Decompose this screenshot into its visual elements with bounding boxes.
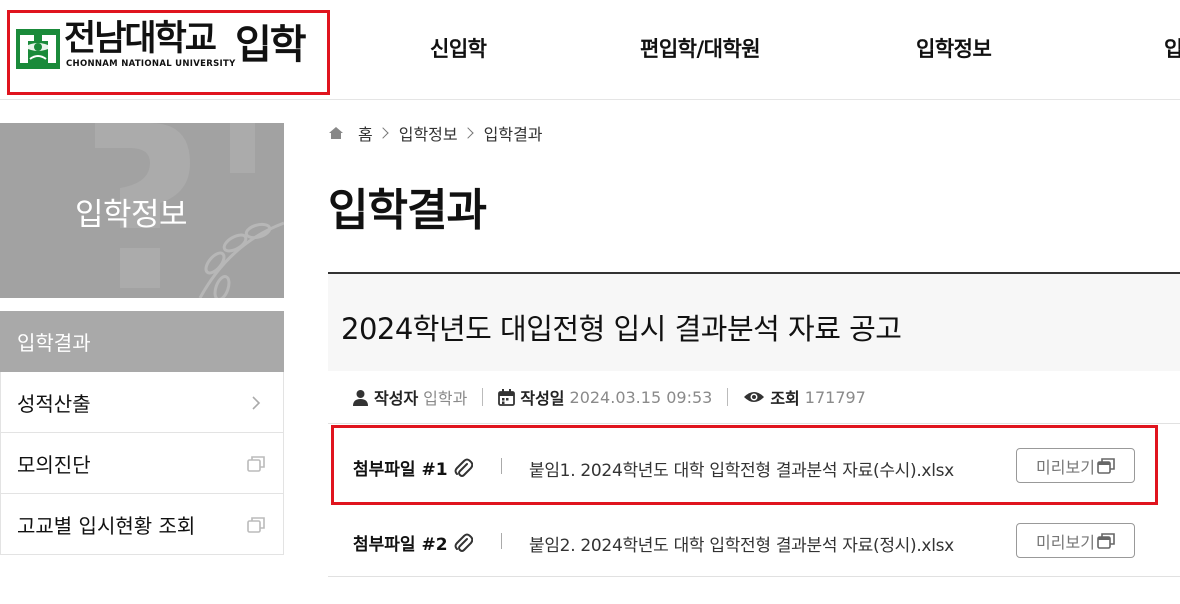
sidebar-item-label: 모의진단 (17, 452, 91, 477)
preview-button[interactable]: 미리보기 (1016, 523, 1135, 558)
post-meta: 작성자 입학과 작성일 2024.03.15 09:53 조회 171797 (352, 384, 866, 410)
meta-divider (482, 388, 484, 406)
new-window-icon (1097, 532, 1115, 549)
sidebar-item-label: 고교별 입시현황 조회 (17, 513, 196, 538)
home-icon[interactable] (328, 126, 344, 140)
paperclip-icon (454, 533, 473, 552)
paperclip-icon (454, 458, 473, 477)
breadcrumb-current: 입학결과 (483, 125, 543, 144)
sidebar-menu: 입학결과 성적산출 모의진단 고교별 입시현황 조회 (0, 311, 284, 555)
sidebar-banner-title: 입학정보 (75, 197, 188, 233)
attachment-label: 첨부파일 #1 (353, 455, 473, 480)
logo-name: 전남대학교 (64, 19, 217, 59)
sidebar-item-admission-results[interactable]: 입학결과 (0, 311, 284, 372)
post-title: 2024학년도 대입전형 입시 결과분석 자료 공고 (341, 312, 902, 346)
new-window-icon (247, 456, 265, 472)
attachment-label: 첨부파일 #2 (353, 530, 473, 555)
university-emblem-icon (16, 29, 60, 69)
attachment-divider (501, 458, 502, 474)
logo-suffix: 입학 (235, 22, 307, 68)
site-logo[interactable]: 전남대학교 CHONNAM NATIONAL UNIVERSITY 입학 (7, 10, 330, 95)
views-label: 조회 (770, 389, 800, 408)
attachment-label-text: 첨부파일 #2 (353, 535, 448, 555)
nav-transfer-graduate[interactable]: 편입학/대학원 (640, 33, 761, 63)
sidebar-item-school-status[interactable]: 고교별 입시현황 조회 (0, 494, 284, 555)
sidebar-item-label: 입학결과 (17, 331, 91, 355)
preview-button[interactable]: 미리보기 (1016, 448, 1135, 483)
breadcrumb-home[interactable]: 홈 (358, 121, 373, 145)
attachment-row: 첨부파일 #1 붙임1. 2024학년도 대학 입학전형 결과분석 자료(수시)… (328, 428, 1180, 500)
new-window-icon (1097, 457, 1115, 474)
author-label: 작성자 (374, 389, 419, 408)
date-value: 2024.03.15 09:53 (569, 387, 713, 407)
page-title: 입학결과 (328, 185, 487, 236)
attachment-row: 첨부파일 #2 붙임2. 2024학년도 대학 입학전형 결과분석 자료(정시)… (328, 503, 1180, 575)
breadcrumb: 홈 입학정보 입학결과 (328, 122, 543, 144)
post-header: 2024학년도 대입전형 입시 결과분석 자료 공고 (328, 272, 1180, 371)
nav-freshman[interactable]: 신입학 (430, 33, 487, 63)
site-header: 전남대학교 CHONNAM NATIONAL UNIVERSITY 입학 신입학… (0, 0, 1180, 100)
calendar-icon (498, 388, 516, 406)
nav-admission-info[interactable]: 입학정보 (916, 33, 992, 63)
sidebar-banner: 입학정보 (0, 123, 284, 298)
breadcrumb-separator-icon (461, 127, 474, 139)
attachment-divider (501, 533, 502, 549)
nav-item-partial[interactable]: 입 (1164, 33, 1180, 63)
preview-button-label: 미리보기 (1036, 457, 1095, 477)
user-icon (353, 389, 368, 406)
author-value: 입학과 (423, 389, 468, 408)
meta-divider (727, 388, 729, 406)
sidebar-item-label: 성적산출 (17, 391, 91, 416)
views-value: 171797 (804, 387, 866, 407)
attachment-file-link[interactable]: 붙임2. 2024학년도 대학 입학전형 결과분석 자료(정시).xlsx (529, 531, 954, 556)
divider (328, 423, 1180, 424)
breadcrumb-admission-info[interactable]: 입학정보 (399, 121, 458, 145)
eye-icon (744, 392, 765, 402)
date-label: 작성일 (520, 389, 565, 408)
sidebar-item-grade-calculation[interactable]: 성적산출 (0, 372, 284, 433)
chevron-right-icon (252, 396, 261, 410)
new-window-icon (247, 517, 265, 533)
logo-english: CHONNAM NATIONAL UNIVERSITY (66, 59, 236, 69)
sidebar-item-mock-diagnosis[interactable]: 모의진단 (0, 433, 284, 494)
breadcrumb-separator-icon (377, 127, 389, 139)
preview-button-label: 미리보기 (1036, 532, 1095, 552)
attachment-label-text: 첨부파일 #1 (353, 460, 448, 480)
divider (328, 576, 1180, 577)
attachment-file-link[interactable]: 붙임1. 2024학년도 대학 입학전형 결과분석 자료(수시).xlsx (529, 456, 954, 481)
